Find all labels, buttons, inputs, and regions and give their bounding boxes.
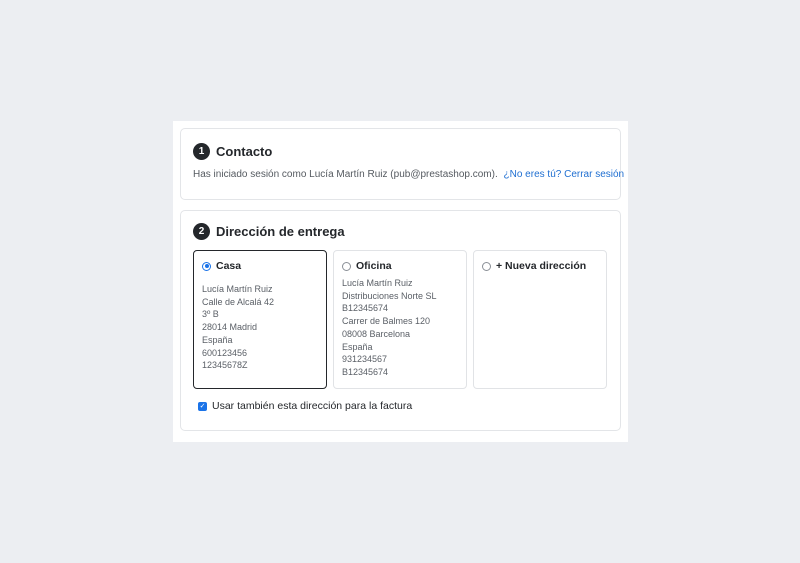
address-line: 12345678Z (202, 360, 248, 371)
address-line: B12345674 (342, 303, 389, 314)
checkbox-checked-icon[interactable]: ✓ (198, 401, 207, 411)
address-line: 931234567 (342, 354, 388, 365)
address-lines: Lucía Martín Ruiz Distribuciones Norte S… (342, 277, 466, 379)
address-name: Casa (216, 260, 242, 272)
checkout-panel: 1 Contacto Has iniciado sesión como Lucí… (173, 121, 628, 442)
address-card-new[interactable]: + Nueva dirección (473, 250, 607, 389)
radio-unselected-icon[interactable] (482, 261, 491, 271)
new-address-label: + Nueva dirección (496, 260, 587, 272)
contact-section: 1 Contacto Has iniciado sesión como Lucí… (180, 128, 624, 200)
address-line: Carrer de Balmes 120 (342, 316, 431, 327)
logout-link[interactable]: ¿No eres tú? Cerrar sesión (504, 169, 625, 180)
address-line: 3º B (202, 309, 219, 320)
address-lines: Lucía Martín Ruiz Calle de Alcalá 42 3º … (202, 283, 326, 372)
address-name: Oficina (356, 260, 392, 272)
address-line: 600123456 (202, 347, 248, 358)
address-card-casa[interactable]: Casa Lucía Martín Ruiz Calle de Alcalá 4… (193, 250, 327, 389)
address-line: 28014 Madrid (202, 322, 258, 333)
address-line: Lucía Martín Ruiz (202, 284, 273, 294)
radio-unselected-icon[interactable] (342, 261, 351, 271)
address-line: 08008 Barcelona (342, 328, 411, 339)
contact-header: 1 Contacto (193, 143, 272, 160)
invoice-checkbox-label: Usar también esta dirección para la fact… (212, 400, 413, 412)
address-line: Lucía Martín Ruiz (342, 278, 413, 288)
address-line: España (202, 334, 233, 345)
logged-in-text: Has iniciado sesión como Lucía Martín Ru… (193, 169, 498, 180)
address-line: España (342, 341, 373, 352)
delivery-address-section: 2 Dirección de entrega Casa Lucía Martín… (180, 210, 621, 431)
address-card-oficina[interactable]: Oficina Lucía Martín Ruiz Distribuciones… (333, 250, 467, 389)
delivery-header: 2 Dirección de entrega (193, 223, 345, 240)
delivery-title: Dirección de entrega (216, 224, 345, 239)
invoice-same-address-checkbox[interactable]: ✓ Usar también esta dirección para la fa… (198, 400, 412, 412)
address-line: B12345674 (342, 366, 389, 377)
step-number-badge: 2 (193, 223, 210, 240)
address-line: Calle de Alcalá 42 (202, 296, 275, 307)
logged-in-line: Has iniciado sesión como Lucía Martín Ru… (193, 169, 624, 180)
contact-title: Contacto (216, 144, 273, 159)
step-number-badge: 1 (193, 143, 210, 160)
address-line: Distribuciones Norte SL (342, 290, 437, 301)
radio-selected-icon[interactable] (202, 261, 211, 271)
